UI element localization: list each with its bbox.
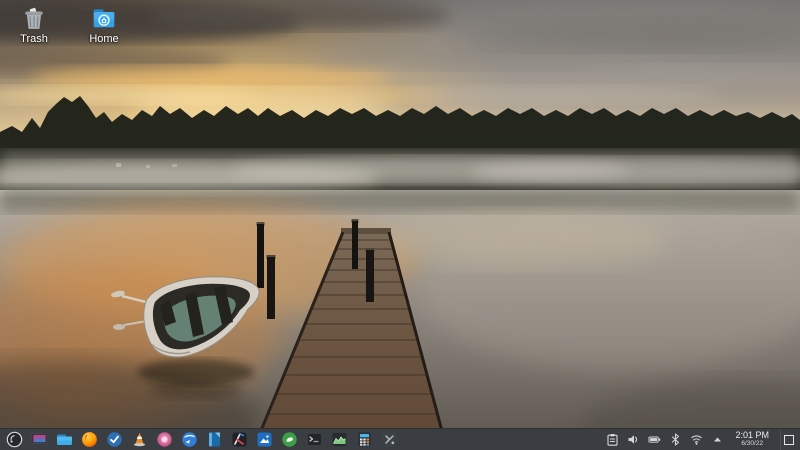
clipboard-icon xyxy=(607,434,618,446)
taskbar-app-terminal[interactable] xyxy=(306,431,323,448)
terminal-icon xyxy=(307,433,322,446)
volume-tray-button[interactable] xyxy=(626,433,640,447)
wifi-icon xyxy=(691,435,702,445)
taskbar-app-utilities[interactable] xyxy=(381,431,398,448)
green-circle-icon xyxy=(282,432,297,447)
caret-up-icon xyxy=(713,437,721,442)
desktop-icon-area: Trash Home xyxy=(6,5,132,45)
taskbar-app-photos[interactable] xyxy=(256,431,273,448)
desktop-icon-label: Home xyxy=(89,33,119,45)
taskbar-app-vlc[interactable] xyxy=(131,431,148,448)
clipboard-tray-button[interactable] xyxy=(605,433,619,447)
clock-date: 6/30/22 xyxy=(741,440,764,448)
pink-circle-icon xyxy=(157,432,172,447)
tray-expand-button[interactable] xyxy=(710,433,724,447)
taskbar-app-internet[interactable] xyxy=(181,431,198,448)
app-launcher-icon xyxy=(6,431,23,448)
bluetooth-tray-button[interactable] xyxy=(668,433,682,447)
blue-square-photo-icon xyxy=(257,432,272,447)
taskbar-app-updater[interactable] xyxy=(106,431,123,448)
battery-icon xyxy=(648,436,661,443)
calculator-icon xyxy=(358,432,371,447)
wifi-tray-button[interactable] xyxy=(689,433,703,447)
taskbar-app-pink[interactable] xyxy=(156,431,173,448)
trash-icon xyxy=(25,7,43,29)
taskbar-app-calculator[interactable] xyxy=(356,431,373,448)
vlc-cone-icon xyxy=(133,432,146,447)
taskbar-app-file-manager[interactable] xyxy=(56,431,73,448)
volume-icon xyxy=(628,435,638,444)
system-tray: 2:01 PM 6/30/22 xyxy=(605,428,800,450)
battery-tray-button[interactable] xyxy=(647,433,661,447)
taskbar-app-krita[interactable] xyxy=(231,431,248,448)
blue-notebook-icon xyxy=(209,432,220,447)
desktop-icon-home[interactable]: Home xyxy=(76,5,132,45)
blue-folder-icon xyxy=(57,434,72,445)
taskbar-pinned-apps xyxy=(6,431,398,448)
firefox-icon xyxy=(82,432,97,447)
clock-time: 2:01 PM xyxy=(735,430,769,441)
desktop-icon-label: Trash xyxy=(20,33,48,45)
bluetooth-icon xyxy=(671,433,680,446)
blue-globe-icon xyxy=(182,432,197,447)
home-folder-icon xyxy=(93,9,115,28)
taskbar-app-green[interactable] xyxy=(281,431,298,448)
taskbar-app-notes[interactable] xyxy=(206,431,223,448)
taskbar-app-system-monitor[interactable] xyxy=(331,431,348,448)
taskbar-app-launcher[interactable] xyxy=(6,431,23,448)
taskbar-app-firefox[interactable] xyxy=(81,431,98,448)
green-graph-icon xyxy=(332,433,347,446)
monitor-icon xyxy=(31,433,48,446)
blue-check-circle-icon xyxy=(107,432,122,447)
krita-icon xyxy=(232,432,247,447)
utilities-icon xyxy=(382,432,397,447)
taskbar: 2:01 PM 6/30/22 xyxy=(0,428,800,450)
wallpaper-art xyxy=(0,2,800,450)
taskbar-app-display-settings[interactable] xyxy=(31,431,48,448)
desktop: Trash Home 2:01 PM 6/30/22 xyxy=(0,0,800,450)
clock-widget[interactable]: 2:01 PM 6/30/22 xyxy=(731,431,773,448)
wallpaper-lake-sunrise xyxy=(0,0,800,450)
show-desktop-button[interactable] xyxy=(780,428,796,450)
desktop-icon-trash[interactable]: Trash xyxy=(6,5,62,45)
show-desktop-icon xyxy=(783,434,794,445)
